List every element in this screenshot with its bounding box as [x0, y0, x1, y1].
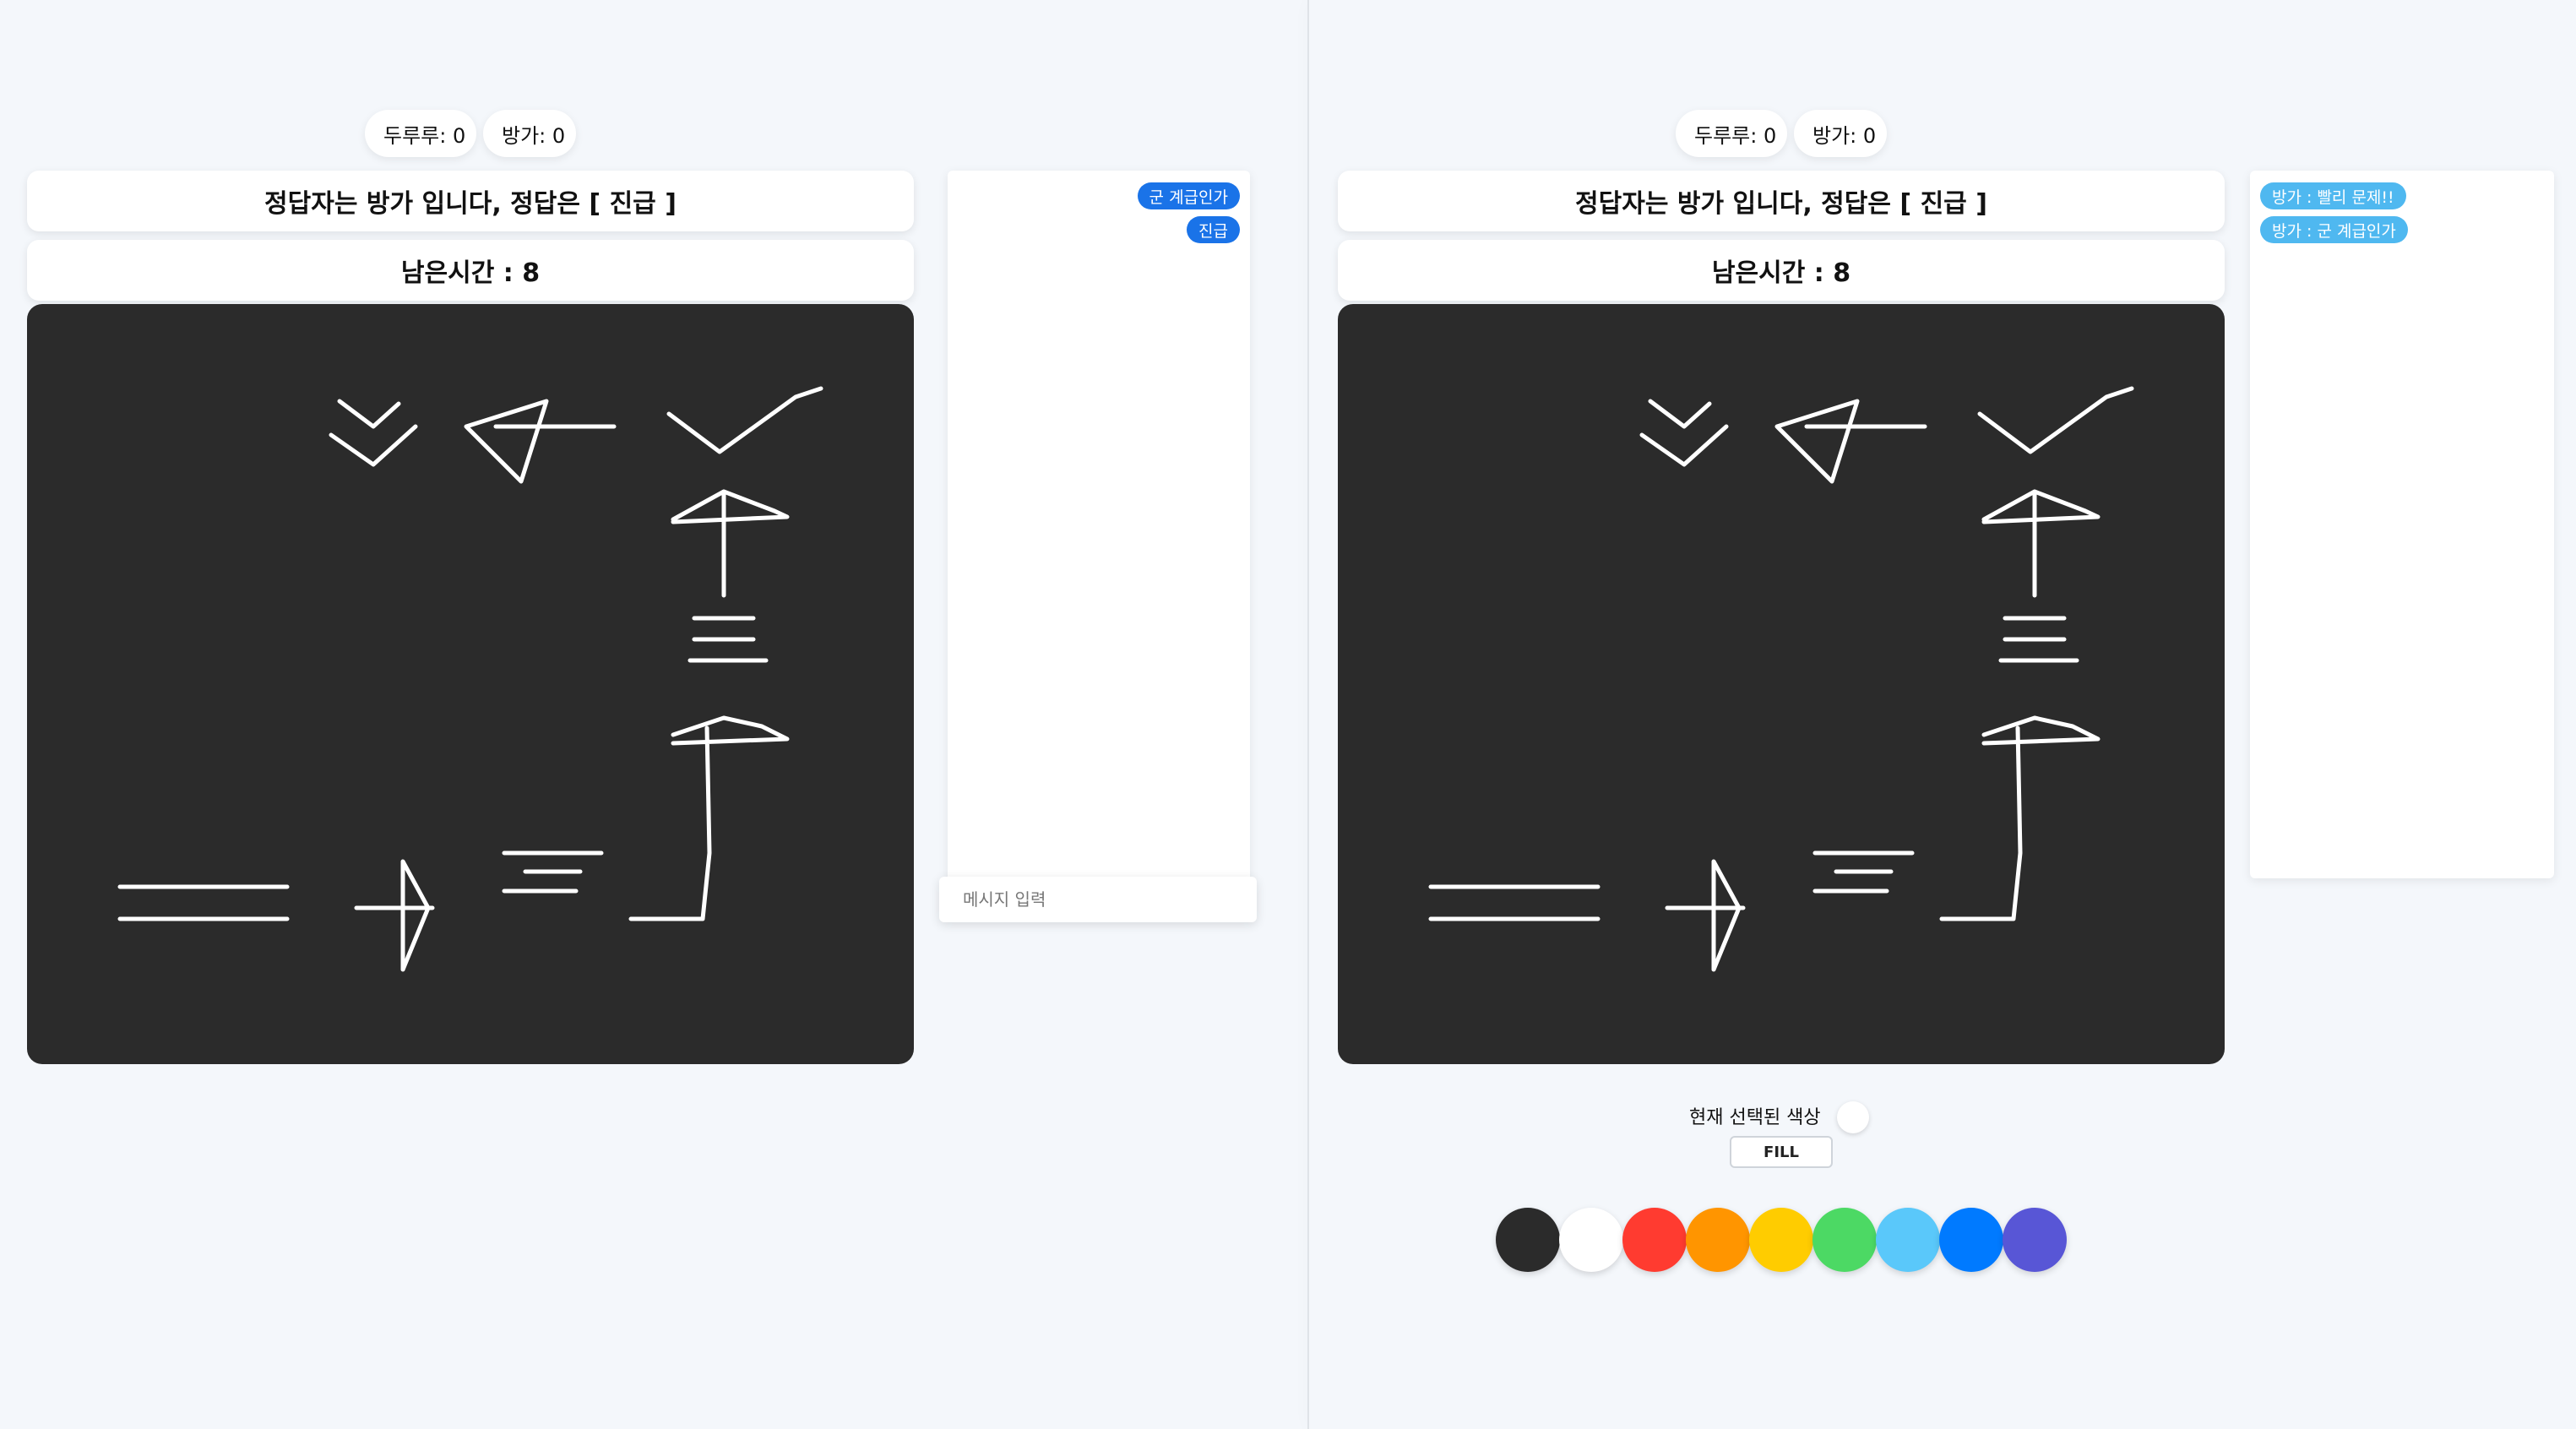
score-pill-player2: 방가: 0 [483, 110, 576, 157]
chat-panel: 방가 : 빨리 문제!! 방가 : 군 계급인가 [2250, 171, 2554, 878]
current-color-indicator [1837, 1101, 1869, 1133]
chat-message: 방가 : 군 계급인가 [2260, 216, 2408, 243]
color-swatch-red[interactable] [1622, 1208, 1687, 1272]
color-swatch-orange[interactable] [1686, 1208, 1750, 1272]
color-swatch-light-blue[interactable] [1876, 1208, 1940, 1272]
fill-button[interactable]: FILL [1730, 1136, 1833, 1168]
chat-message: 진급 [1187, 216, 1240, 243]
drawing-strokes [1338, 304, 2225, 1064]
color-swatch-yellow[interactable] [1749, 1208, 1813, 1272]
color-swatch-white[interactable] [1559, 1208, 1623, 1272]
color-swatch-blue[interactable] [1939, 1208, 2003, 1272]
drawing-strokes [27, 304, 914, 1064]
score-pill-player2: 방가: 0 [1794, 110, 1887, 157]
timer-banner: 남은시간 : 8 [27, 240, 914, 301]
color-swatch-black[interactable] [1496, 1208, 1560, 1272]
current-color-label: 현재 선택된 색상 [1689, 1107, 1821, 1128]
chat-panel: 군 계급인가 진급 [948, 171, 1250, 882]
score-pill-player1: 두루루: 0 [365, 110, 476, 157]
drawing-canvas[interactable] [1338, 304, 2225, 1064]
score-pill-player1: 두루루: 0 [1676, 110, 1787, 157]
right-player-view: 두루루: 0 방가: 0 정답자는 방가 입니다, 정답은 [ 진급 ] 남은시… [1309, 0, 2576, 1429]
timer-banner: 남은시간 : 8 [1338, 240, 2225, 301]
chat-message: 군 계급인가 [1137, 182, 1240, 209]
color-swatch-green[interactable] [1812, 1208, 1877, 1272]
chat-input[interactable] [939, 877, 1257, 922]
left-player-view: 두루루: 0 방가: 0 정답자는 방가 입니다, 정답은 [ 진급 ] 남은시… [0, 0, 1309, 1429]
color-swatch-purple[interactable] [2003, 1208, 2067, 1272]
answer-banner: 정답자는 방가 입니다, 정답은 [ 진급 ] [1338, 171, 2225, 231]
drawing-canvas[interactable] [27, 304, 914, 1064]
answer-banner: 정답자는 방가 입니다, 정답은 [ 진급 ] [27, 171, 914, 231]
chat-message: 방가 : 빨리 문제!! [2260, 182, 2406, 209]
